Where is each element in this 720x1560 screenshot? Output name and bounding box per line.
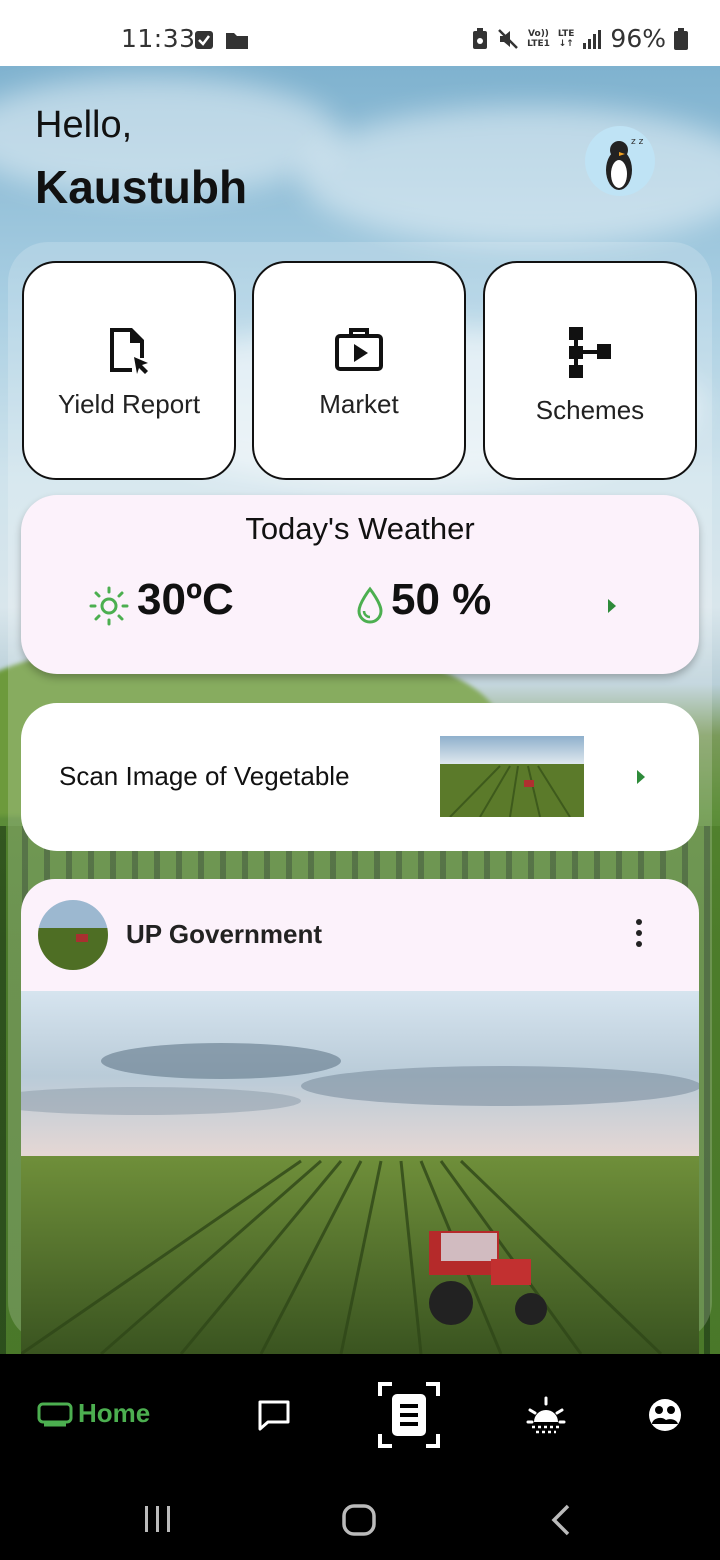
lte-label: LTE: [557, 28, 575, 39]
schemes-tile[interactable]: Schemes: [483, 261, 697, 480]
volte-bottom: LTE1: [527, 38, 550, 49]
user-name: Kaustubh: [35, 161, 248, 213]
lte-indicator: LTE ↓↑: [558, 29, 575, 49]
nav-home-label: Home: [78, 1398, 151, 1428]
battery-saver-icon: [473, 27, 488, 49]
farm-avatar-image: [38, 900, 108, 970]
signal-icon: [583, 29, 602, 49]
market-label: Market: [319, 389, 399, 419]
weather-card[interactable]: Today's Weather 30ºC 50 %: [21, 495, 699, 674]
nav-home[interactable]: Home: [36, 1398, 150, 1429]
post-farm-image: [21, 991, 699, 1354]
more-options-icon[interactable]: [633, 919, 645, 951]
status-time: 11:33: [121, 24, 196, 53]
humidity-value: 50 %: [391, 575, 492, 624]
yield-report-tile[interactable]: Yield Report: [22, 261, 236, 480]
status-bar: 11:33 Vo)) LTE1 LTE ↓↑ 96%: [0, 0, 720, 66]
data-arrows-icon: ↓↑: [558, 38, 574, 49]
back-icon[interactable]: [550, 1504, 572, 1536]
humidity-drop-icon: [357, 586, 383, 624]
scan-arrow-icon[interactable]: [637, 770, 645, 784]
post-author-name: UP Government: [126, 919, 323, 949]
weather-arrow-icon[interactable]: [608, 599, 616, 613]
post-card: UP Government: [21, 879, 699, 1354]
recent-apps-icon[interactable]: [143, 1504, 173, 1532]
greeting-text: Hello,: [35, 104, 133, 146]
battery-icon: [674, 27, 688, 50]
checkbox-notification-icon: [195, 31, 213, 49]
mute-icon: [498, 28, 518, 49]
briefcase-play-icon: [335, 328, 383, 371]
volte-indicator: Vo)) LTE1: [527, 29, 550, 49]
post-author-avatar[interactable]: [38, 900, 108, 970]
community-icon[interactable]: [648, 1398, 682, 1432]
weather-title: Today's Weather: [245, 511, 475, 546]
weather-sun-icon[interactable]: [526, 1396, 566, 1434]
temperature-value: 30ºC: [137, 575, 234, 624]
folder-icon: [226, 33, 248, 49]
scan-thumbnail-image: [440, 736, 584, 817]
schemes-label: Schemes: [535, 395, 645, 425]
market-tile[interactable]: Market: [252, 261, 466, 480]
home-icon: [37, 1402, 73, 1426]
system-navigation-bar: [0, 1474, 720, 1560]
svg-text:z z: z z: [631, 137, 644, 147]
home-button-icon[interactable]: [342, 1504, 376, 1536]
volte-top: Vo)): [528, 28, 549, 39]
sun-icon: [89, 586, 129, 626]
scan-document-icon[interactable]: [378, 1382, 440, 1448]
file-cursor-icon: [110, 328, 148, 374]
scan-label: Scan Image of Vegetable: [59, 761, 350, 791]
profile-avatar[interactable]: z z: [585, 126, 655, 196]
scan-vegetable-card[interactable]: Scan Image of Vegetable: [21, 703, 699, 851]
chat-icon[interactable]: [256, 1398, 292, 1432]
status-right: Vo)) LTE1 LTE ↓↑ 96%: [471, 24, 688, 53]
hierarchy-icon: [569, 327, 611, 378]
penguin-icon: z z: [606, 137, 644, 190]
yield-report-label: Yield Report: [57, 389, 201, 419]
bottom-navigation: Home: [0, 1354, 720, 1474]
battery-percent: 96%: [610, 24, 666, 53]
